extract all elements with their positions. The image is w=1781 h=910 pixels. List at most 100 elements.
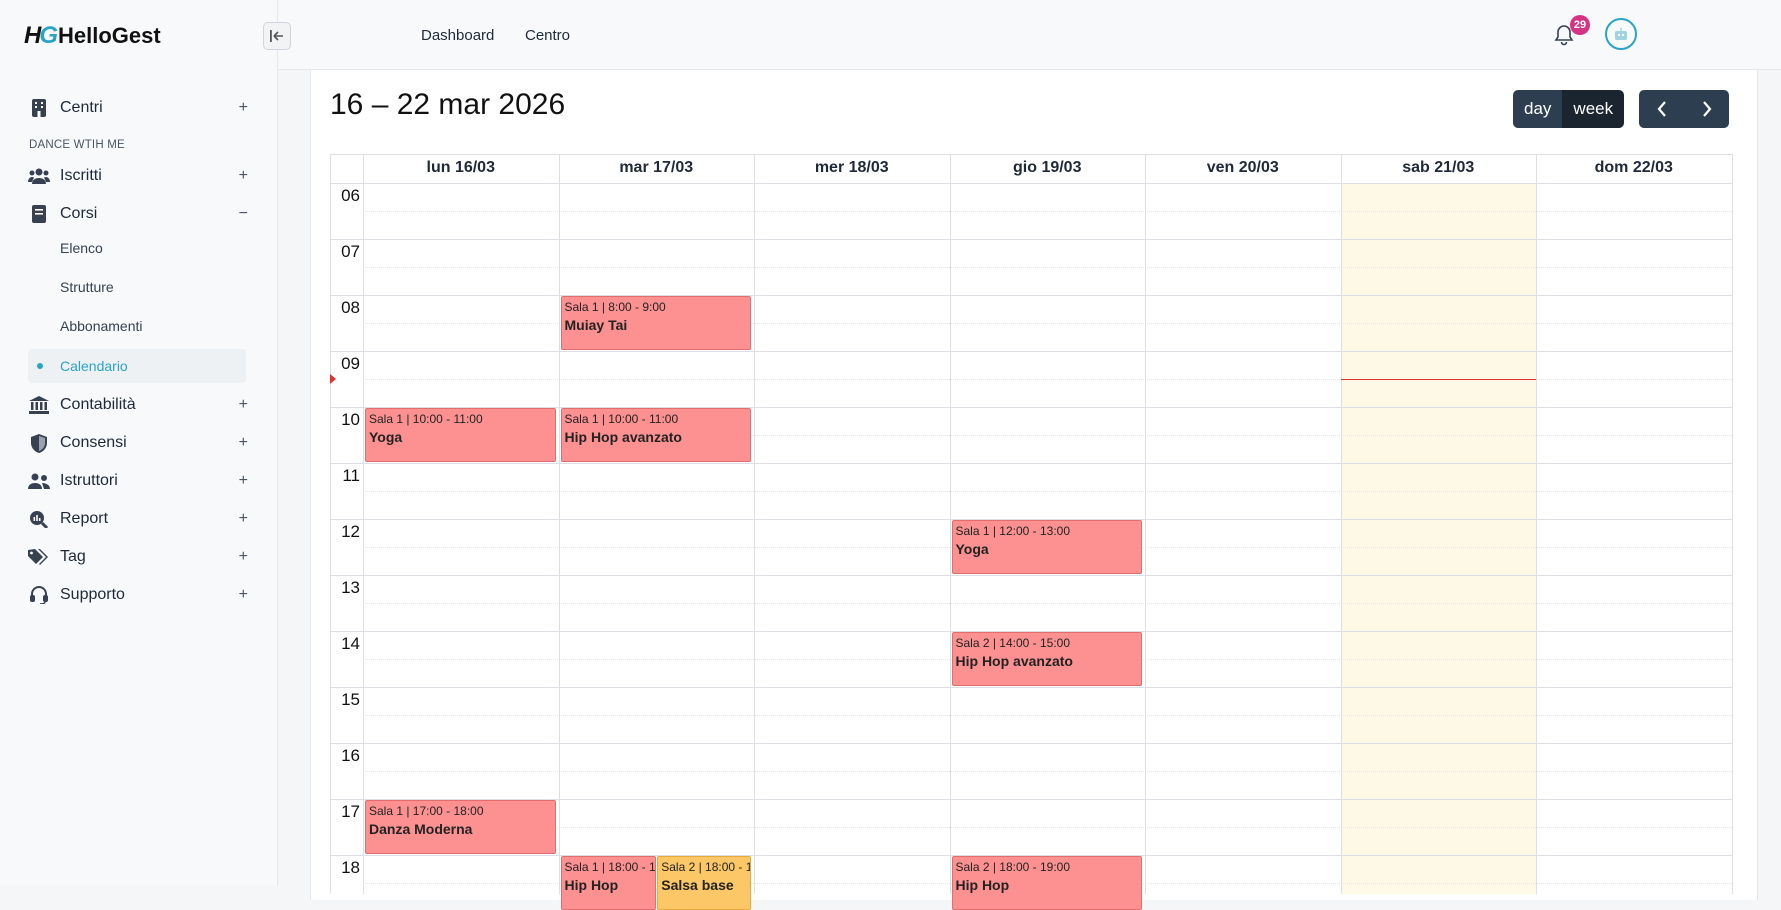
sidebar-sub-abbonamenti[interactable]: Abbonamenti [60,318,143,334]
day-header[interactable]: mar 17/03 [559,154,755,182]
expand-icon[interactable]: + [239,434,248,452]
chevron-right-icon [1702,101,1711,117]
day-header[interactable]: dom 22/03 [1536,154,1732,182]
sidebar-item-label: Contabilità [60,396,136,413]
day-column-line [949,154,951,894]
calendar-event[interactable]: Sala 2 | 18:00 - 19:00 Hip Hop [951,856,1142,910]
sidebar-item-centri[interactable]: Centri + [28,94,248,122]
day-column-line [1340,154,1342,894]
hour-label: 07 [341,242,360,261]
sidebar-item-corsi[interactable]: Corsi − [28,200,248,228]
sidebar: HG HelloGest Centri + DANCE WTIH ME Iscr… [0,0,278,886]
event-time: Sala 1 | 10:00 - 11:00 [369,412,483,426]
collapse-icon[interactable]: − [239,205,248,223]
nav-centro[interactable]: Centro [525,27,570,44]
hour-label: 09 [341,354,360,373]
sidebar-item-label: Centri [60,99,103,116]
half-hour-line [363,603,1732,604]
hour-label: 13 [341,578,360,597]
expand-icon[interactable]: + [239,548,248,566]
event-time: Sala 2 | 18:00 - 19:00 [661,860,750,874]
event-time: Sala 1 | 8:00 - 9:00 [564,300,666,314]
hour-line [330,463,1732,464]
day-header[interactable]: lun 16/03 [363,154,559,182]
calendar-event[interactable]: Sala 2 | 14:00 - 15:00 Hip Hop avanzato [951,632,1142,686]
calendar-event[interactable]: Sala 1 | 12:00 - 13:00 Yoga [951,520,1142,574]
bank-icon [28,395,50,415]
half-hour-line [363,267,1732,268]
event-title: Yoga [369,429,403,445]
hour-line [330,295,1732,296]
day-column-line [1145,154,1146,894]
app-logo[interactable]: HG HelloGest [24,22,161,50]
grid-header-line [330,183,1732,184]
nav-dashboard[interactable]: Dashboard [421,27,494,44]
calendar-event[interactable]: Sala 1 | 8:00 - 9:00 Muiay Tai [560,296,751,350]
view-day-button[interactable]: day [1513,90,1563,128]
hour-line [330,351,1732,352]
hour-label: 15 [341,690,360,709]
active-dot-icon [37,363,43,369]
sidebar-item-label: Iscritti [60,167,102,184]
calendar-event[interactable]: Sala 1 | 18:00 - 19:00 Hip Hop [560,856,657,910]
half-hour-line [363,491,1732,492]
sidebar-collapse-button[interactable] [263,22,291,50]
sidebar-item-consensi[interactable]: Consensi + [28,429,248,457]
prev-week-button[interactable] [1639,90,1684,128]
event-title: Hip Hop avanzato [564,429,682,445]
day-header[interactable]: ven 20/03 [1145,154,1341,182]
day-header[interactable]: gio 19/03 [950,154,1146,182]
event-time: Sala 1 | 17:00 - 18:00 [369,804,484,818]
calendar-event[interactable]: Sala 1 | 17:00 - 18:00 Danza Moderna [365,800,556,854]
view-week-button[interactable]: week [1562,90,1625,128]
event-title: Yoga [955,541,989,557]
sidebar-item-istruttori[interactable]: Istruttori + [28,467,248,495]
hour-label: 18 [341,858,360,877]
grid-border-left [330,154,331,894]
hour-label: 11 [342,466,360,485]
sidebar-section-label: DANCE WTIH ME [29,139,125,151]
expand-icon[interactable]: + [239,99,248,117]
sidebar-item-iscritti[interactable]: Iscritti + [28,162,248,190]
view-toggle: day week [1513,90,1625,128]
calendar-event[interactable]: Sala 1 | 10:00 - 11:00 Yoga [365,408,556,462]
sidebar-sub-calendario[interactable]: Calendario [28,349,246,383]
day-column-line [1536,154,1537,894]
day-column-line [558,154,560,894]
sidebar-item-supporto[interactable]: Supporto + [28,581,248,609]
shield-icon [28,433,50,453]
sidebar-item-label: Supporto [60,586,125,603]
tag-icon [28,547,50,567]
half-hour-line [363,827,1732,828]
event-title: Muiay Tai [564,317,628,333]
calendar-event[interactable]: Sala 2 | 18:00 - 19:00 Salsa base [657,856,751,910]
hour-label: 06 [341,186,360,205]
user-avatar[interactable] [1605,18,1637,50]
book-icon [28,204,50,224]
calendar-event[interactable]: Sala 1 | 10:00 - 11:00 Hip Hop avanzato [560,408,751,462]
sidebar-item-tag[interactable]: Tag + [28,543,248,571]
event-time: Sala 2 | 14:00 - 15:00 [955,636,1071,650]
hour-line [330,575,1732,576]
headset-icon [28,585,50,605]
hour-label: 17 [341,802,360,821]
expand-icon[interactable]: + [239,396,248,414]
next-week-button[interactable] [1684,90,1729,128]
day-header[interactable]: sab 21/03 [1341,154,1537,182]
week-grid: 06 07 08 09 10 11 12 13 14 15 16 17 18 lun 16/03 mar 1… [330,154,1733,910]
sidebar-sub-strutture[interactable]: Strutture [60,279,114,295]
expand-icon[interactable]: + [239,586,248,604]
sidebar-sub-elenco[interactable]: Elenco [60,240,103,256]
expand-icon[interactable]: + [239,472,248,490]
day-header[interactable]: mer 18/03 [754,154,950,182]
sidebar-item-contabilita[interactable]: Contabilità + [28,391,248,419]
expand-icon[interactable]: + [239,510,248,528]
hour-label: 12 [341,522,360,541]
sidebar-sub-label: Calendario [60,358,128,374]
event-title: Hip Hop avanzato [955,653,1073,669]
hour-label: 08 [341,298,360,317]
event-title: Hip Hop [564,877,619,893]
sidebar-item-report[interactable]: Report + [28,505,248,533]
half-hour-line [363,211,1732,212]
expand-icon[interactable]: + [239,167,248,185]
